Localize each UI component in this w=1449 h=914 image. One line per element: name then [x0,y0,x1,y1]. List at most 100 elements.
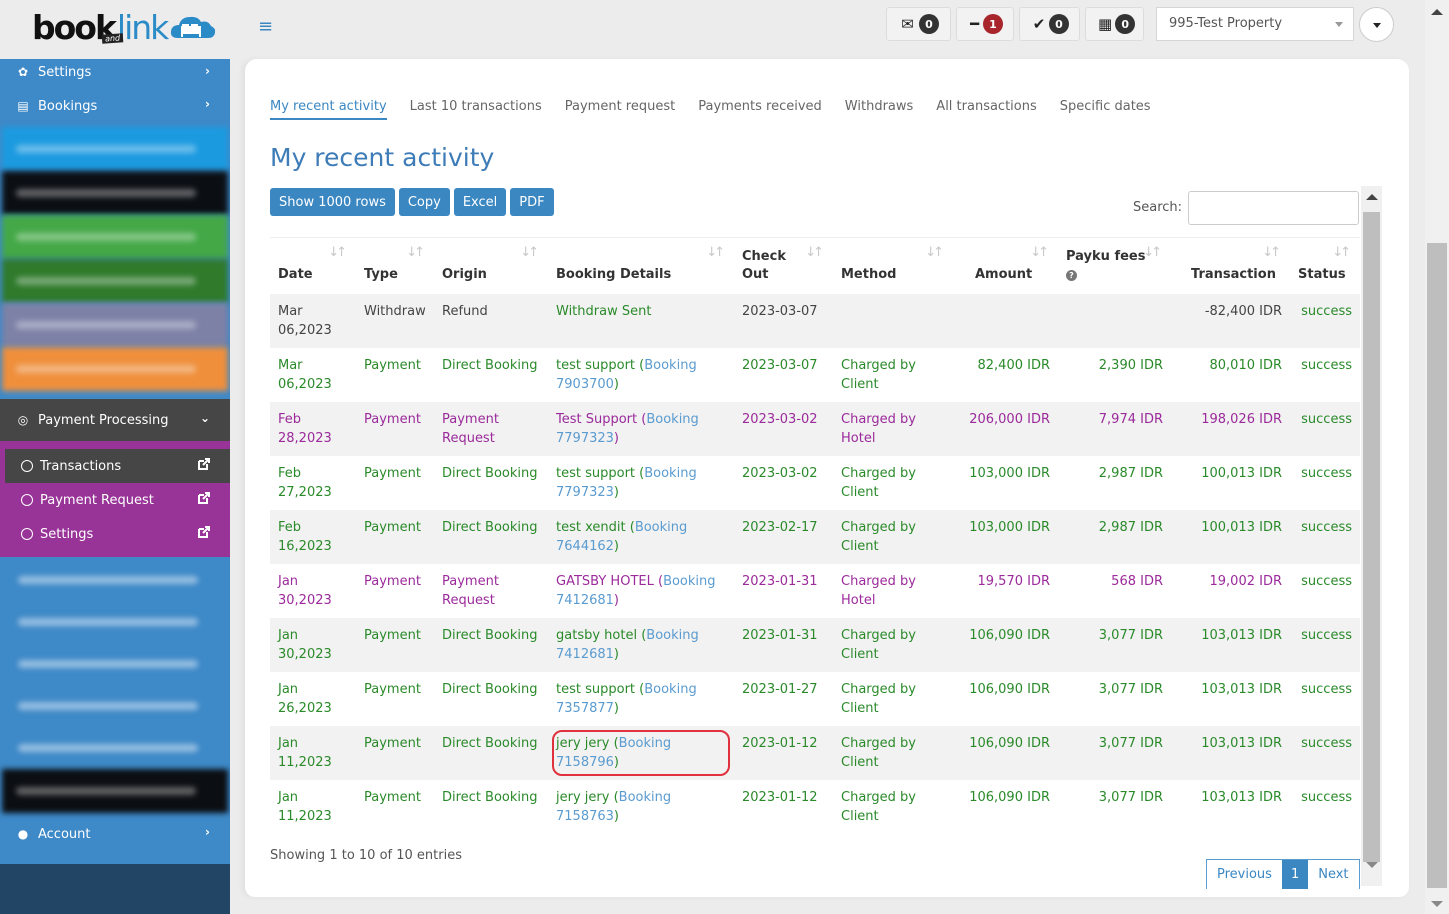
tab-all-transactions[interactable]: All transactions [936,99,1036,120]
sidebar-item-redacted[interactable] [0,601,230,643]
scroll-up-icon[interactable] [1366,194,1378,200]
show-1000-rows-button[interactable]: Show 1000 rows [270,188,395,216]
column-header-date[interactable]: Date ↓↑ [270,237,356,294]
column-header-origin[interactable]: Origin ↓↑ [434,237,548,294]
table-row: Mar 06,2023 Withdraw Refund Withdraw Sent 20… [270,293,1360,348]
sort-icon: ↓↑ [706,245,725,260]
cell-transaction: 100,013 IDR [1201,519,1282,535]
column-header-payku-fees[interactable]: Payku fees? ↓↑ [1058,237,1171,294]
chevron-right-icon: › [205,97,210,111]
sidebar-item-redacted[interactable] [0,727,230,769]
submenu-item-label: Payment Request [40,492,154,508]
column-header-check-out[interactable]: Check Out ↓↑ [734,237,833,294]
confirmations-badge-button[interactable]: ✔ 0 [1019,7,1080,41]
tab-last-10-transactions[interactable]: Last 10 transactions [410,99,542,120]
pagination-page-1[interactable]: 1 [1281,860,1309,889]
sidebar-item-payment-processing[interactable]: ◎ Payment Processing ⌄ [0,399,230,441]
sidebar-item-redacted[interactable] [2,347,228,391]
sidebar-item-redacted[interactable] [2,259,228,303]
column-header-type[interactable]: Type ↓↑ [356,237,434,294]
cell-origin: Refund [442,303,488,319]
user-menu-button[interactable] [1359,7,1394,42]
cell-status: success [1301,411,1352,427]
cell-type: Payment [364,573,421,589]
cell-origin: Direct Booking [442,789,538,805]
circle-icon [21,494,33,506]
messages-badge-button[interactable]: ✉ 0 [886,7,951,41]
tab-my-recent-activity[interactable]: My recent activity [270,99,387,120]
cloud-bed-icon [171,16,216,38]
scrollbar-thumb[interactable] [1427,243,1447,888]
sidebar-item-redacted[interactable] [2,769,228,813]
submenu-item-payment-request[interactable]: Payment Request [5,483,230,517]
pdf-button[interactable]: PDF [510,188,554,216]
sidebar-item-redacted[interactable] [0,685,230,727]
sidebar-item-settings[interactable]: ✿ Settings › [0,59,230,85]
sidebar-item-redacted[interactable] [2,127,228,171]
cancellations-badge-button[interactable]: ━ 1 [956,7,1014,41]
hamburger-menu-icon[interactable]: ≡ [258,18,274,36]
cell-booking-details: test support (Booking 7797323) [548,456,734,510]
cell-fees: 3,077 IDR [1098,681,1163,697]
redacted-label [18,702,198,710]
cell-booking-details: jery jery (Booking 7158796) [548,726,734,780]
sidebar-item-redacted[interactable] [0,559,230,601]
minus-icon: ━ [969,15,980,33]
scroll-up-icon[interactable] [1431,9,1443,15]
sidebar-item-account[interactable]: ● Account › [0,813,230,855]
column-header-amount[interactable]: Amount ↓↑ [953,237,1058,294]
cell-date: Jan 11,2023 [278,735,332,770]
scrollbar-thumb[interactable] [1363,212,1380,862]
cell-origin: Direct Booking [442,357,538,373]
calendar-count: 0 [1115,14,1136,34]
search-input[interactable] [1188,191,1359,225]
pagination-next[interactable]: Next [1308,860,1359,889]
page-scrollbar[interactable] [1425,0,1449,914]
column-header-transaction[interactable]: Transaction ↓↑ [1171,237,1290,294]
cell-booking-details: test support (Booking 7903700) [548,348,734,402]
cell-status: success [1301,681,1352,697]
copy-button[interactable]: Copy [398,188,450,216]
sidebar-item-redacted[interactable] [2,303,228,347]
sidebar-item-bookings[interactable]: ▤ Bookings › [0,85,230,127]
scroll-down-icon[interactable] [1366,862,1378,868]
redacted-label [16,787,196,795]
booking-details-cell: test support (Booking 7797323) [556,465,697,500]
booklink-logo[interactable]: book and link [32,6,216,48]
cell-type: Withdraw [364,303,426,319]
cell-type: Payment [364,465,421,481]
excel-button[interactable]: Excel [453,188,507,216]
column-header-method[interactable]: Method ↓↑ [833,237,953,294]
cell-method: Charged by Hotel [841,411,916,446]
submenu-item-transactions[interactable]: Transactions [5,449,230,483]
tab-payments-received[interactable]: Payments received [698,99,822,120]
cell-transaction: 103,013 IDR [1201,681,1282,697]
table-row: Feb 27,2023 Payment Direct Booking test sup… [270,456,1360,510]
cancellations-count: 1 [983,14,1003,34]
submenu-item-settings[interactable]: Settings [5,517,230,551]
booking-details-cell: gatsby hotel (Booking 7412681) [556,627,699,662]
sidebar-item-redacted[interactable] [2,171,228,215]
pagination-previous[interactable]: Previous [1207,860,1282,889]
calendar-badge-button[interactable]: ▦ 0 [1085,7,1144,41]
guest-name: test support [556,357,636,373]
table-row: Jan 30,2023 Payment Payment Request GATSBY … [270,564,1360,618]
column-header-booking-details[interactable]: Booking Details ↓↑ [548,237,734,294]
tab-withdraws[interactable]: Withdraws [845,99,914,120]
table-row: Mar 06,2023 Payment Direct Booking test sup… [270,348,1360,402]
sidebar-item-redacted[interactable] [2,215,228,259]
sidebar-item-redacted[interactable] [0,643,230,685]
column-header-status[interactable]: Status ↓↑ [1290,237,1360,294]
property-select[interactable]: 995-Test Property [1156,7,1354,41]
tab-payment-request[interactable]: Payment request [565,99,675,120]
sort-icon: ↓↑ [925,245,944,260]
help-icon[interactable]: ? [1066,269,1077,281]
chevron-down-icon: ⌄ [199,411,210,425]
tab-specific-dates[interactable]: Specific dates [1060,99,1151,120]
redacted-label [16,277,196,285]
scroll-down-icon[interactable] [1431,901,1443,907]
sidebar-item-label: Payment Processing [38,412,169,428]
cell-origin: Direct Booking [442,465,538,481]
table-actions: Show 1000 rows Copy Excel PDF [270,188,554,216]
table-scrollbar[interactable] [1361,186,1382,886]
